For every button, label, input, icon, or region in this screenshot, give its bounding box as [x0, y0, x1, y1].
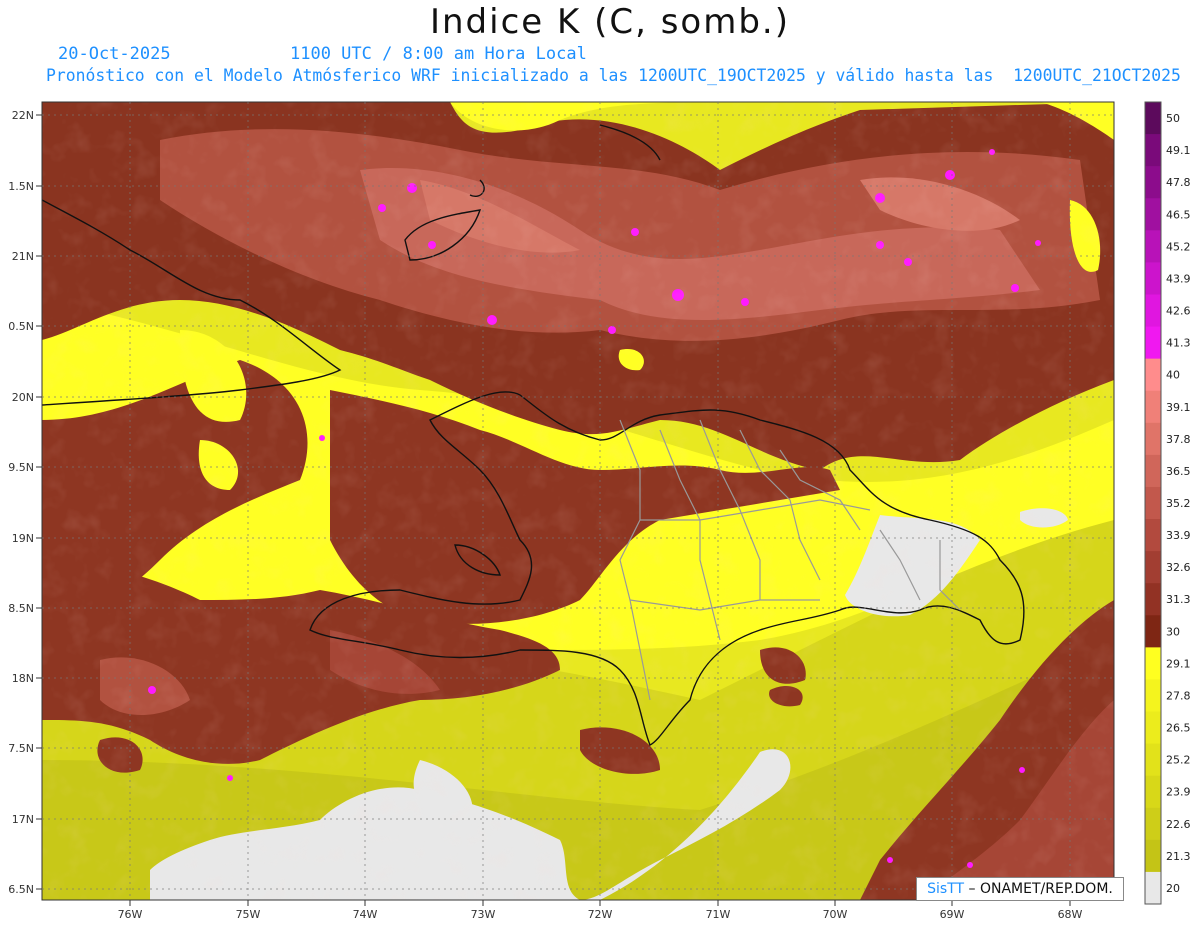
- colorbar: 50 49.1 47.8 46.5 45.2 43.9 42.6 41.3 40 39.1 37.8…: [1144, 101, 1191, 905]
- lat-label: 21N: [12, 250, 34, 263]
- colorbar-label: 47.8: [1166, 176, 1191, 189]
- colorbar-label: 37.8: [1166, 433, 1191, 446]
- colorbar-label: 32.6: [1166, 561, 1191, 574]
- lon-label: 76W: [118, 908, 143, 921]
- lat-label: 19N: [12, 532, 34, 545]
- credit-org: – ONAMET/REP.DOM.: [964, 881, 1113, 897]
- lon-label: 70W: [823, 908, 848, 921]
- colorbar-label: 49.1: [1166, 144, 1191, 157]
- colorbar-swatch: [1145, 871, 1161, 905]
- colorbar-swatch: [1145, 647, 1161, 680]
- colorbar-label: 39.1: [1166, 401, 1191, 414]
- lat-label: 20N: [12, 391, 34, 404]
- colorbar-swatch: [1145, 519, 1161, 552]
- lat-label: 8.5N: [8, 602, 34, 615]
- credit-box: SisTT – ONAMET/REP.DOM.: [916, 877, 1124, 901]
- colorbar-label: 23.9: [1166, 786, 1191, 799]
- lat-label: 22N: [12, 109, 34, 122]
- colorbar-swatch: [1145, 807, 1161, 841]
- colorbar-swatch: [1145, 326, 1161, 360]
- colorbar-label: 31.3: [1166, 593, 1191, 606]
- lat-label: 18N: [12, 672, 34, 685]
- colorbar-label: 27.8: [1166, 689, 1191, 702]
- colorbar-swatch: [1145, 551, 1161, 584]
- colorbar-label: 21.3: [1166, 850, 1191, 863]
- colorbar-label: 33.9: [1166, 529, 1191, 542]
- colorbar-swatch: [1145, 358, 1161, 392]
- colorbar-label: 22.6: [1166, 818, 1191, 831]
- colorbar-swatch: [1145, 134, 1161, 167]
- colorbar-swatch: [1145, 615, 1161, 648]
- forecast-map: 22N 1.5N 21N 0.5N 20N 9.5N 19N 8.5N 18N …: [8, 101, 1191, 921]
- lat-label: 6.5N: [8, 883, 34, 896]
- colorbar-swatch: [1145, 454, 1161, 488]
- colorbar-swatch: [1145, 583, 1161, 616]
- colorbar-swatch: [1145, 679, 1161, 713]
- colorbar-swatch: [1145, 775, 1161, 809]
- colorbar-label: 30: [1166, 625, 1180, 638]
- colorbar-label: 46.5: [1166, 208, 1191, 221]
- colorbar-swatch: [1145, 166, 1161, 199]
- lon-label: 74W: [353, 908, 378, 921]
- lon-label: 68W: [1058, 908, 1083, 921]
- colorbar-swatch: [1145, 198, 1161, 231]
- colorbar-label: 42.6: [1166, 305, 1191, 318]
- sistt-logo-text: SisTT: [927, 881, 965, 897]
- colorbar-swatch: [1145, 262, 1161, 295]
- lat-label: 17N: [12, 813, 34, 826]
- colorbar-label: 29.1: [1166, 657, 1191, 670]
- colorbar-label: 25.2: [1166, 754, 1191, 767]
- colorbar-swatch: [1145, 839, 1161, 873]
- colorbar-label: 26.5: [1166, 722, 1191, 735]
- lat-label: 0.5N: [8, 320, 34, 333]
- colorbar-label: 40: [1166, 369, 1180, 382]
- lon-label: 75W: [236, 908, 261, 921]
- colorbar-swatch: [1145, 102, 1161, 135]
- colorbar-swatch: [1145, 486, 1161, 520]
- lon-label: 73W: [471, 908, 496, 921]
- colorbar-swatch: [1145, 711, 1161, 745]
- colorbar-label: 43.9: [1166, 272, 1191, 285]
- colorbar-label: 50: [1166, 112, 1180, 125]
- colorbar-label: 36.5: [1166, 465, 1191, 478]
- colorbar-swatch: [1145, 743, 1161, 777]
- lat-label: 9.5N: [8, 461, 34, 474]
- lat-label: 7.5N: [8, 742, 34, 755]
- colorbar-label: 41.3: [1166, 337, 1191, 350]
- colorbar-swatch: [1145, 390, 1161, 424]
- colorbar-swatch: [1145, 294, 1161, 328]
- k-index-field: [42, 102, 1114, 900]
- colorbar-swatch: [1145, 422, 1161, 456]
- colorbar-label: 35.2: [1166, 497, 1191, 510]
- colorbar-label: 20: [1166, 882, 1180, 895]
- lon-label: 71W: [706, 908, 731, 921]
- lon-label: 72W: [588, 908, 613, 921]
- lon-label: 69W: [940, 908, 965, 921]
- colorbar-swatch: [1145, 230, 1161, 263]
- colorbar-label: 45.2: [1166, 240, 1191, 253]
- lat-label: 1.5N: [8, 180, 34, 193]
